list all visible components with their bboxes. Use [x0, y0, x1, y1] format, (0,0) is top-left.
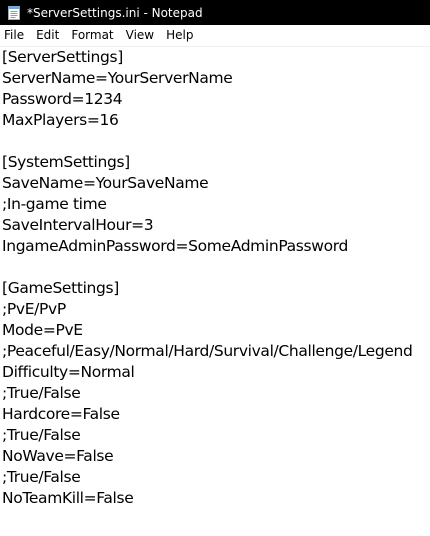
editor-line: [SystemSettings] — [2, 153, 130, 171]
editor-line: Password=1234 — [2, 90, 123, 108]
text-editor[interactable]: [ServerSettings] ServerName=YourServerNa… — [0, 47, 430, 536]
editor-line: ;PvE/PvP — [2, 300, 66, 318]
editor-line: [GameSettings] — [2, 279, 119, 297]
menu-file[interactable]: File — [0, 25, 30, 46]
editor-line: ServerName=YourServerName — [2, 69, 233, 87]
notepad-window: *ServerSettings.ini - Notepad File Edit … — [0, 0, 430, 536]
editor-line: Hardcore=False — [2, 405, 120, 423]
editor-line: ;Peaceful/Easy/Normal/Hard/Survival/Chal… — [2, 342, 413, 360]
editor-line: SaveName=YourSaveName — [2, 174, 209, 192]
editor-line: ;True/False — [2, 384, 81, 402]
editor-line: NoWave=False — [2, 447, 114, 465]
editor-line: Mode=PvE — [2, 321, 83, 339]
menu-edit[interactable]: Edit — [30, 25, 65, 46]
editor-line: [ServerSettings] — [2, 48, 123, 66]
menu-help[interactable]: Help — [160, 25, 199, 46]
editor-line: Difficulty=Normal — [2, 363, 135, 381]
window-title: *ServerSettings.ini - Notepad — [27, 5, 203, 20]
title-bar[interactable]: *ServerSettings.ini - Notepad — [0, 0, 430, 25]
menu-format[interactable]: Format — [65, 25, 119, 46]
editor-line: SaveIntervalHour=3 — [2, 216, 154, 234]
editor-line: ;In-game time — [2, 195, 107, 213]
editor-line: MaxPlayers=16 — [2, 111, 119, 129]
editor-line: ;True/False — [2, 426, 81, 444]
editor-line: ;True/False — [2, 468, 81, 486]
editor-line: IngameAdminPassword=SomeAdminPassword — [2, 237, 348, 255]
notepad-icon — [7, 5, 21, 21]
menu-view[interactable]: View — [120, 25, 160, 46]
editor-line: NoTeamKill=False — [2, 489, 134, 507]
menu-bar: File Edit Format View Help — [0, 25, 430, 47]
